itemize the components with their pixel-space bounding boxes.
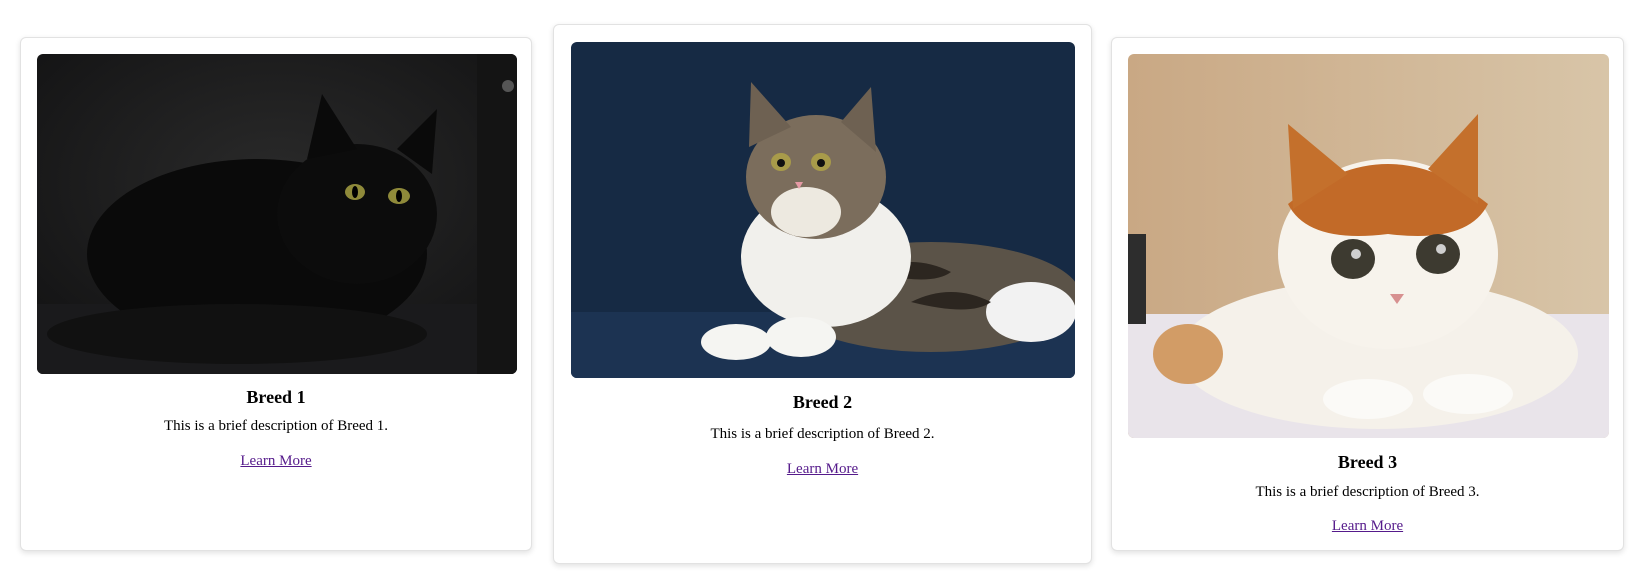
breed-title: Breed 3 <box>1337 452 1398 472</box>
learn-more-link[interactable]: Learn More <box>1332 518 1403 534</box>
learn-more-link[interactable]: Learn More <box>787 461 858 477</box>
breed-card-3: Breed 3 This is a brief description of B… <box>1111 37 1624 551</box>
breed-1-photo <box>37 54 517 374</box>
breed-description: This is a brief description of Breed 1. <box>163 418 389 434</box>
breed-title: Breed 2 <box>792 392 853 412</box>
breed-card-1: Breed 1 This is a brief description of B… <box>20 37 532 551</box>
breed-card-2: Breed 2 This is a brief description of B… <box>553 24 1092 564</box>
breed-description: This is a brief description of Breed 2. <box>710 426 935 442</box>
breed-3-photo <box>1128 54 1609 438</box>
breed-description: This is a brief description of Breed 3. <box>1255 484 1480 500</box>
learn-more-link[interactable]: Learn More <box>240 453 311 469</box>
breed-title: Breed 1 <box>246 387 306 407</box>
breed-2-photo <box>571 42 1075 378</box>
